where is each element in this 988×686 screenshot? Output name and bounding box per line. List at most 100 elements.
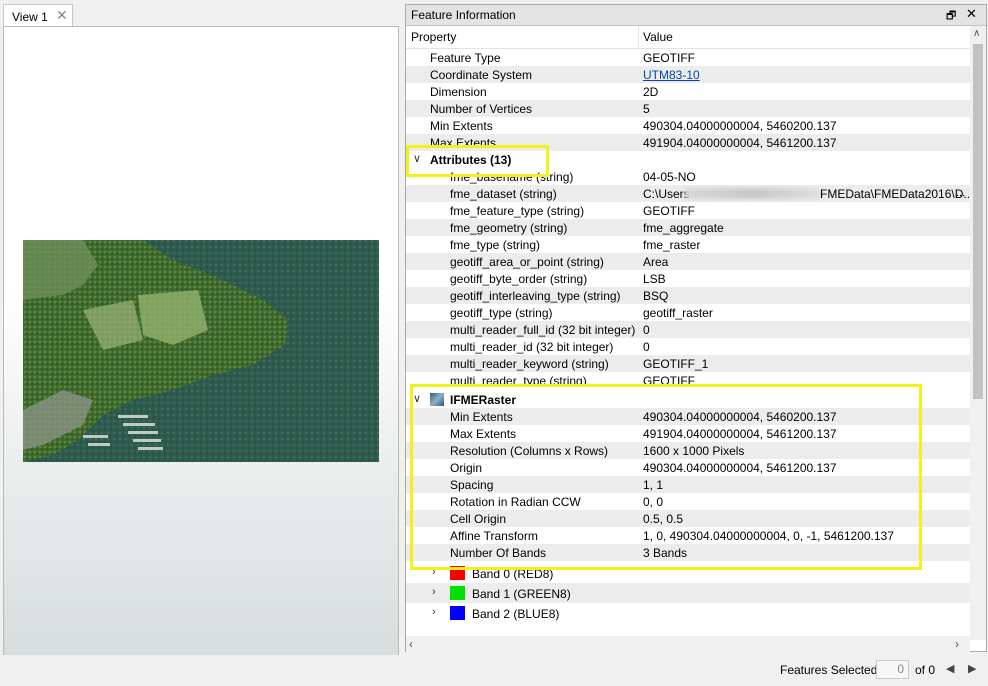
property-name: Number Of Bands [450,546,547,560]
column-header-property[interactable]: Property [411,30,456,44]
panel-title: Feature Information [411,8,516,22]
table-row[interactable]: fme_type (string) fme_raster [406,236,970,253]
chevron-down-icon[interactable]: ∨ [413,152,421,165]
tree-header: Property Value [406,26,970,49]
tree-band-1[interactable]: › Band 1 (GREEN8) [406,583,970,603]
scrollbar-thumb[interactable] [973,44,983,399]
property-name: geotiff_byte_order (string) [450,272,588,286]
coordinate-system-link[interactable]: UTM83-10 [643,68,700,82]
property-name: Dimension [430,85,487,99]
property-name: Spacing [450,478,494,492]
property-name: fme_geometry (string) [450,221,568,235]
view-tabbar: View 1 ✕ [0,0,402,27]
column-separator[interactable] [638,26,639,48]
previous-feature-icon[interactable]: ◀ [946,662,954,675]
table-row[interactable]: Rotation in Radian CCW 0, 0 [406,493,970,510]
property-name: geotiff_area_or_point (string) [450,255,604,269]
table-row[interactable]: multi_reader_id (32 bit integer) 0 [406,338,970,355]
property-value: 04-05-NO [643,170,696,184]
tree-group-raster[interactable]: ∨ IFMERaster [406,391,970,408]
table-row[interactable]: fme_geometry (string) fme_aggregate [406,219,970,236]
total-count: of 0 [915,663,936,677]
property-value: 491904.04000000004, 5461200.137 [643,136,837,150]
property-name: Origin [450,461,483,475]
property-name: fme_feature_type (string) [450,204,585,218]
tab-view-1-label: View 1 [12,10,48,24]
property-name: fme_type (string) [450,238,541,252]
property-name: Coordinate System [430,68,533,82]
selected-count-field[interactable]: 0 [876,660,909,679]
table-row[interactable]: Min Extents 490304.04000000004, 5460200.1… [406,408,970,425]
table-row[interactable]: geotiff_area_or_point (string) Area [406,253,970,270]
vertical-scrollbar[interactable]: ∧ [970,26,986,640]
property-name: multi_reader_full_id (32 bit integer) [450,323,636,337]
table-row[interactable]: Number of Vertices 5 [406,100,970,117]
table-row[interactable]: multi_reader_keyword (string) GEOTIFF_1 [406,355,970,372]
table-row[interactable]: Min Extents 490304.04000000004, 5460200.1… [406,117,970,134]
table-row[interactable]: Dimension 2D [406,83,970,100]
property-value: 1, 0, 490304.04000000004, 0, -1, 5461200… [643,529,894,543]
table-row[interactable]: fme_basename (string) 04-05-NO [406,168,970,185]
chevron-right-icon[interactable]: › [432,586,436,598]
tree-band-2[interactable]: › Band 2 (BLUE8) [406,603,970,623]
property-value: 0 [643,323,650,337]
table-row[interactable]: Spacing 1, 1 [406,476,970,493]
property-value: GEOTIFF [643,51,695,65]
table-row[interactable]: geotiff_type (string) geotiff_raster [406,304,970,321]
blue-swatch-icon [450,606,465,620]
chevron-right-icon[interactable]: › [432,606,436,618]
close-icon[interactable]: ✕ [56,7,68,24]
table-row[interactable]: Cell Origin 0.5, 0.5 [406,510,970,527]
scroll-right-icon[interactable]: › [955,637,959,651]
property-value: 3 Bands [643,546,688,560]
close-icon[interactable]: ✕ [966,6,977,22]
property-value: 490304.04000000004, 5460200.137 [643,410,837,424]
band-label: Band 2 (BLUE8) [472,607,560,621]
property-value: GEOTIFF_1 [643,357,709,371]
table-row[interactable]: Number Of Bands 3 Bands [406,544,970,561]
table-row[interactable]: Max Extents 491904.04000000004, 5461200.1… [406,134,970,151]
property-value: 1, 1 [643,478,664,492]
horizontal-scrollbar[interactable]: ‹ › [406,636,970,652]
property-value: 5 [643,102,650,116]
property-value: 490304.04000000004, 5460200.137 [643,119,837,133]
table-row[interactable]: fme_feature_type (string) GEOTIFF [406,202,970,219]
raster-icon [430,393,444,406]
property-name: multi_reader_type (string) [450,374,587,384]
property-name: fme_basename (string) [450,170,574,184]
property-value: LSB [643,272,666,286]
table-row[interactable]: fme_dataset (string) C:\Users FMEData\FMED… [406,185,970,202]
table-row[interactable]: Feature Type GEOTIFF [406,49,970,66]
table-row[interactable]: multi_reader_type (string) GEOTIFF [406,372,970,384]
float-window-icon[interactable]: 🗗 [946,7,956,26]
tree-group-attributes[interactable]: ∨ Attributes (13) [406,151,970,168]
table-row[interactable]: Origin 490304.04000000004, 5461200.137 [406,459,970,476]
property-name: Min Extents [450,410,513,424]
chevron-down-icon[interactable]: ∨ [413,392,421,405]
chevron-right-icon[interactable]: › [432,566,436,578]
table-row[interactable]: geotiff_byte_order (string) LSB [406,270,970,287]
scroll-up-icon[interactable]: ∧ [973,28,980,39]
table-row[interactable]: Max Extents 491904.04000000004, 5461200.1… [406,425,970,442]
property-name: Max Extents [450,427,517,441]
table-row[interactable]: Resolution (Columns x Rows) 1600 x 1000 P… [406,442,970,459]
tree-band-0[interactable]: › Band 0 (RED8) [406,563,970,583]
table-row[interactable]: multi_reader_full_id (32 bit integer) 0 [406,321,970,338]
map-view-canvas[interactable] [3,26,399,682]
tab-view-1[interactable]: View 1 ✕ [3,4,73,26]
property-value: C:\Users [643,187,690,201]
table-row[interactable]: geotiff_interleaving_type (string) BSQ [406,287,970,304]
property-value: fme_raster [643,238,701,252]
property-value: GEOTIFF [643,204,695,218]
more-button[interactable]: ... [956,187,970,200]
property-name: fme_dataset (string) [450,187,557,201]
next-feature-icon[interactable]: ▶ [968,662,976,675]
column-header-value[interactable]: Value [643,30,673,44]
property-name: Cell Origin [450,512,507,526]
property-tree[interactable]: Property Value Feature Type GEOTIFF Coord… [406,26,970,640]
property-value: 0 [643,340,650,354]
scroll-left-icon[interactable]: ‹ [409,637,413,651]
table-row[interactable]: Affine Transform 1, 0, 490304.04000000004… [406,527,970,544]
property-value: BSQ [643,289,669,303]
table-row[interactable]: Coordinate System UTM83-10 [406,66,970,83]
